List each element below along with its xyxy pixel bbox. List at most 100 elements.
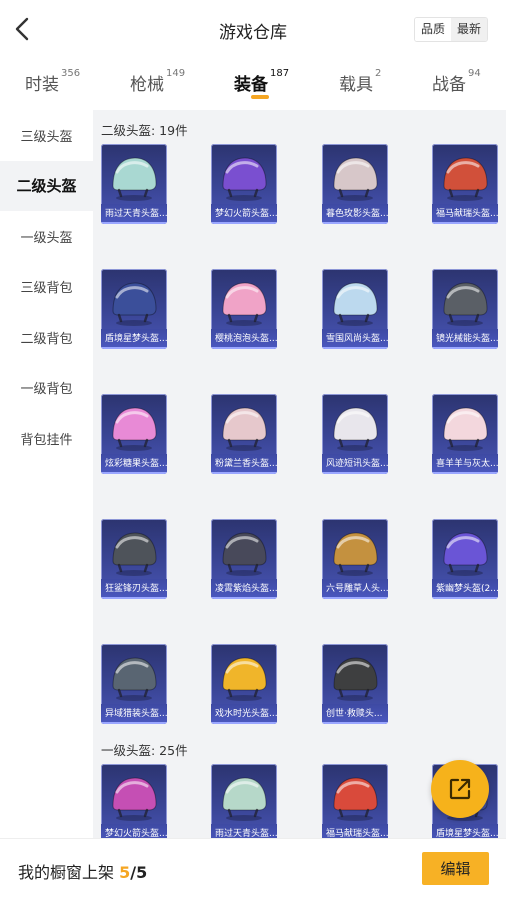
item-card[interactable]: 福马献瑞头盔... bbox=[322, 764, 388, 838]
helmet-icon bbox=[222, 532, 267, 576]
item-card[interactable]: 雨过天青头盔... bbox=[101, 144, 167, 224]
item-card[interactable]: 风迹短讯头盔... bbox=[322, 394, 388, 474]
share-button[interactable] bbox=[431, 760, 489, 818]
app: 游戏仓库 品质 最新 时装356 枪械149 装备187 载具2 战备94 三级… bbox=[0, 0, 506, 897]
item-card[interactable]: 紫幽梦头盔(2... bbox=[432, 519, 498, 599]
item-card[interactable]: 暮色玫影头盔... bbox=[322, 144, 388, 224]
card-strip bbox=[432, 347, 498, 349]
tab-count: 187 bbox=[270, 68, 290, 79]
helmet-icon bbox=[443, 157, 488, 201]
item-label: 紫幽梦头盔(2... bbox=[432, 579, 498, 599]
showcase-count-current: 5 bbox=[119, 863, 131, 882]
item-card[interactable]: 喜羊羊与灰太... bbox=[432, 394, 498, 474]
helmet-icon bbox=[443, 532, 488, 576]
tab-label: 战备 bbox=[432, 75, 466, 95]
helmet-icon bbox=[112, 532, 157, 576]
helmet-icon bbox=[222, 407, 267, 451]
item-card[interactable]: 狂鲨锋刃头盔... bbox=[101, 519, 167, 599]
item-label: 福马献瑞头盔... bbox=[322, 824, 388, 838]
item-label: 六号雕草人头... bbox=[322, 579, 388, 599]
item-card[interactable]: 雪国风尚头盔... bbox=[322, 269, 388, 349]
sort-option-quality[interactable]: 品质 bbox=[414, 18, 451, 41]
header: 游戏仓库 品质 最新 bbox=[0, 0, 506, 60]
tab-fashion[interactable]: 时装356 bbox=[25, 68, 80, 95]
helmet-icon bbox=[443, 282, 488, 326]
item-label: 樱桃泡泡头盔... bbox=[211, 329, 277, 349]
card-strip bbox=[211, 472, 277, 474]
item-card[interactable]: 镜光械能头盔... bbox=[432, 269, 498, 349]
item-label: 狂鲨锋刃头盔... bbox=[101, 579, 167, 599]
tab-equipment[interactable]: 装备187 bbox=[234, 68, 290, 95]
tab-supplies[interactable]: 战备94 bbox=[432, 68, 481, 95]
sidebar-item[interactable]: 一级头盔 bbox=[0, 211, 93, 262]
item-card[interactable]: 樱桃泡泡头盔... bbox=[211, 269, 277, 349]
helmet-icon bbox=[112, 777, 157, 821]
card-strip bbox=[432, 597, 498, 599]
item-card[interactable]: 粉黛兰香头盔... bbox=[211, 394, 277, 474]
helmet-icon bbox=[333, 657, 378, 701]
sidebar-item[interactable]: 二级头盔 bbox=[0, 160, 93, 211]
tab-count: 149 bbox=[166, 68, 186, 79]
card-strip bbox=[211, 722, 277, 724]
item-card[interactable]: 福马献瑞头盔... bbox=[432, 144, 498, 224]
helmet-icon bbox=[222, 657, 267, 701]
sidebar-item[interactable]: 二级背包 bbox=[0, 312, 93, 363]
helmet-icon bbox=[112, 657, 157, 701]
item-label: 雨过天青头盔... bbox=[101, 204, 167, 224]
helmet-icon bbox=[112, 157, 157, 201]
item-label: 镜光械能头盔... bbox=[432, 329, 498, 349]
card-strip bbox=[322, 472, 388, 474]
edit-button[interactable]: 编辑 bbox=[422, 852, 489, 885]
sidebar-item[interactable]: 背包挂件 bbox=[0, 413, 93, 464]
active-tab-indicator bbox=[251, 95, 269, 99]
sort-option-latest[interactable]: 最新 bbox=[450, 18, 487, 41]
item-label: 雨过天青头盔... bbox=[211, 824, 277, 838]
helmet-icon bbox=[112, 407, 157, 451]
showcase-label: 我的橱窗上架 bbox=[18, 863, 115, 882]
helmet-icon bbox=[333, 157, 378, 201]
sidebar-item[interactable]: 一级背包 bbox=[0, 363, 93, 414]
tab-vehicles[interactable]: 载具2 bbox=[339, 68, 382, 95]
helmet-icon bbox=[222, 157, 267, 201]
item-card[interactable]: 梦幻火箭头盔... bbox=[101, 764, 167, 838]
showcase-count-total: /5 bbox=[130, 863, 148, 882]
helmet-icon bbox=[112, 282, 157, 326]
item-card[interactable]: 梦幻火箭头盔... bbox=[211, 144, 277, 224]
item-label: 凌霄紫焰头盔... bbox=[211, 579, 277, 599]
category-tabs: 时装356 枪械149 装备187 载具2 战备94 bbox=[0, 62, 506, 108]
item-card[interactable]: 创世·救赎头... bbox=[322, 644, 388, 724]
item-card[interactable]: 戏水时光头盔... bbox=[211, 644, 277, 724]
item-card[interactable]: 异域猎装头盔... bbox=[101, 644, 167, 724]
helmet-icon bbox=[222, 282, 267, 326]
item-label: 粉黛兰香头盔... bbox=[211, 454, 277, 474]
item-label: 雪国风尚头盔... bbox=[322, 329, 388, 349]
item-card[interactable]: 六号雕草人头... bbox=[322, 519, 388, 599]
tab-count: 94 bbox=[468, 68, 481, 79]
tab-label: 枪械 bbox=[130, 75, 164, 95]
item-label: 梦幻火箭头盔... bbox=[211, 204, 277, 224]
card-strip bbox=[432, 472, 498, 474]
helmet-icon bbox=[333, 407, 378, 451]
card-strip bbox=[322, 722, 388, 724]
item-card[interactable]: 凌霄紫焰头盔... bbox=[211, 519, 277, 599]
helmet-icon bbox=[443, 407, 488, 451]
card-strip bbox=[322, 347, 388, 349]
item-grid: 二级头盔: 19件 雨过天青头盔... 梦幻火箭头盔... 暮色玫影头盔... … bbox=[93, 110, 506, 838]
item-label: 暮色玫影头盔... bbox=[322, 204, 388, 224]
sidebar-item[interactable]: 三级背包 bbox=[0, 262, 93, 313]
item-card[interactable]: 炫彩糖果头盔... bbox=[101, 394, 167, 474]
item-label: 异域猎装头盔... bbox=[101, 704, 167, 724]
tab-label: 载具 bbox=[339, 75, 373, 95]
card-strip bbox=[101, 347, 167, 349]
card-strip bbox=[322, 597, 388, 599]
sidebar-item[interactable]: 三级头盔 bbox=[0, 110, 93, 161]
helmet-icon bbox=[333, 777, 378, 821]
item-card[interactable]: 盾境星梦头盔... bbox=[101, 269, 167, 349]
item-label: 戏水时光头盔... bbox=[211, 704, 277, 724]
tab-weapons[interactable]: 枪械149 bbox=[130, 68, 186, 95]
tab-count: 2 bbox=[375, 68, 382, 79]
section-title: 一级头盔: 25件 bbox=[101, 743, 188, 758]
helmet-icon bbox=[333, 532, 378, 576]
item-card[interactable]: 雨过天青头盔... bbox=[211, 764, 277, 838]
external-link-icon bbox=[449, 778, 471, 800]
